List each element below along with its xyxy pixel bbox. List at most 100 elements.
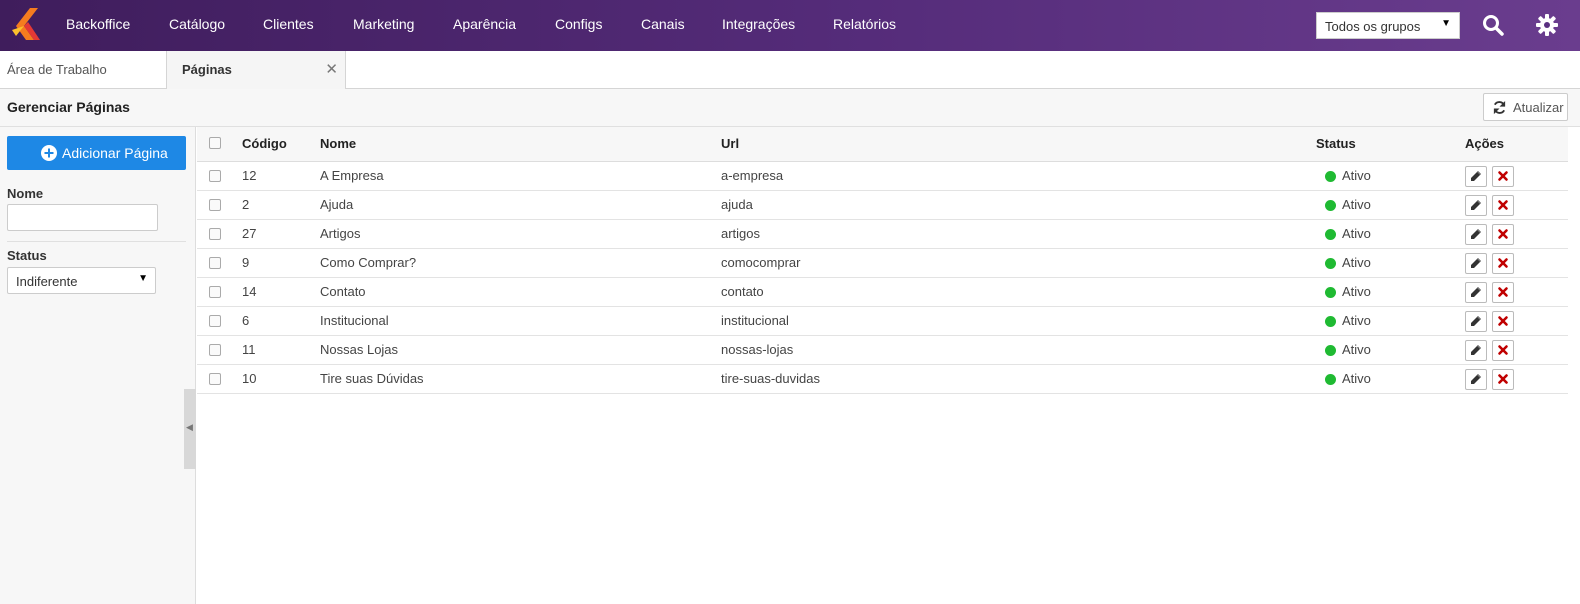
gear-icon[interactable]: [1535, 13, 1559, 37]
status-dot-icon: [1325, 229, 1336, 240]
close-icon[interactable]: ✕: [325, 51, 338, 88]
pencil-icon: [1471, 287, 1481, 297]
edit-button[interactable]: [1465, 311, 1487, 332]
sidebar-collapse-handle[interactable]: ◀: [184, 389, 196, 469]
divider: [7, 241, 186, 242]
col-code[interactable]: Código: [242, 136, 287, 151]
nav-item-relatorios[interactable]: Relatórios: [833, 16, 896, 32]
row-status: Ativo: [1342, 313, 1371, 328]
pencil-icon: [1471, 229, 1481, 239]
nav-item-integracoes[interactable]: Integrações: [722, 16, 795, 32]
delete-x-icon: [1498, 316, 1508, 326]
status-select-value: Indiferente: [16, 274, 78, 289]
nav-item-catalogo[interactable]: Catálogo: [169, 16, 225, 32]
row-url: a-empresa: [721, 168, 784, 183]
row-status: Ativo: [1342, 342, 1371, 357]
status-dot-icon: [1325, 374, 1336, 385]
table-row[interactable]: 14 Contato contato Ativo: [197, 278, 1568, 307]
table-row[interactable]: 11 Nossas Lojas nossas-lojas Ativo: [197, 336, 1568, 365]
delete-x-icon: [1498, 258, 1508, 268]
plus-circle-icon: [41, 145, 57, 161]
row-url: institucional: [721, 313, 789, 328]
row-checkbox[interactable]: [209, 373, 221, 385]
delete-button[interactable]: [1492, 340, 1514, 361]
search-icon[interactable]: [1481, 13, 1505, 37]
status-dot-icon: [1325, 200, 1336, 211]
page-title: Gerenciar Páginas: [7, 99, 130, 115]
delete-button[interactable]: [1492, 311, 1514, 332]
status-label: Status: [7, 248, 47, 263]
nav-item-canais[interactable]: Canais: [641, 16, 685, 32]
nav-item-backoffice[interactable]: Backoffice: [66, 16, 130, 32]
tab-label: Páginas: [182, 62, 232, 77]
delete-button[interactable]: [1492, 224, 1514, 245]
row-name: Contato: [320, 284, 366, 299]
name-input[interactable]: [7, 204, 158, 231]
status-dot-icon: [1325, 171, 1336, 182]
delete-button[interactable]: [1492, 253, 1514, 274]
pages-table: Código Nome Url Status Ações 12 A Empresa…: [197, 127, 1568, 604]
refresh-button-label: Atualizar: [1513, 100, 1564, 115]
chevron-down-icon: ▼: [138, 273, 148, 284]
edit-button[interactable]: [1465, 195, 1487, 216]
edit-button[interactable]: [1465, 253, 1487, 274]
row-url: contato: [721, 284, 764, 299]
row-status: Ativo: [1342, 255, 1371, 270]
row-name: Ajuda: [320, 197, 354, 212]
delete-button[interactable]: [1492, 282, 1514, 303]
row-code: 27: [242, 226, 257, 241]
row-checkbox[interactable]: [209, 228, 221, 240]
table-row[interactable]: 2 Ajuda ajuda Ativo: [197, 191, 1568, 220]
col-status[interactable]: Status: [1316, 136, 1356, 151]
row-checkbox[interactable]: [209, 286, 221, 298]
row-name: Artigos: [320, 226, 361, 241]
delete-x-icon: [1498, 171, 1508, 181]
delete-button[interactable]: [1492, 166, 1514, 187]
row-code: 10: [242, 371, 257, 386]
row-checkbox[interactable]: [209, 315, 221, 327]
status-select[interactable]: Indiferente ▼: [7, 267, 156, 294]
nav-item-clientes[interactable]: Clientes: [263, 16, 314, 32]
table-row[interactable]: 9 Como Comprar? comocomprar Ativo: [197, 249, 1568, 278]
row-code: 9: [242, 255, 250, 270]
select-all-checkbox[interactable]: [209, 137, 221, 149]
row-code: 12: [242, 168, 257, 183]
row-checkbox[interactable]: [209, 199, 221, 211]
edit-button[interactable]: [1465, 369, 1487, 390]
delete-button[interactable]: [1492, 369, 1514, 390]
edit-button[interactable]: [1465, 166, 1487, 187]
tab-label: Área de Trabalho: [7, 62, 107, 77]
nav-item-configs[interactable]: Configs: [555, 16, 602, 32]
pencil-icon: [1471, 258, 1481, 268]
group-select-value: Todos os grupos: [1325, 19, 1421, 34]
table-row[interactable]: 12 A Empresa a-empresa Ativo: [197, 162, 1568, 191]
row-checkbox[interactable]: [209, 344, 221, 356]
edit-button[interactable]: [1465, 340, 1487, 361]
table-row[interactable]: 6 Institucional institucional Ativo: [197, 307, 1568, 336]
tab-paginas[interactable]: Páginas ✕: [166, 51, 346, 90]
nav-item-aparencia[interactable]: Aparência: [453, 16, 516, 32]
table-row[interactable]: 27 Artigos artigos Ativo: [197, 220, 1568, 249]
table-header: Código Nome Url Status Ações: [197, 127, 1568, 162]
row-code: 6: [242, 313, 250, 328]
pencil-icon: [1471, 374, 1481, 384]
group-select[interactable]: Todos os grupos ▼: [1316, 12, 1460, 39]
col-name[interactable]: Nome: [320, 136, 356, 151]
logo-icon[interactable]: [10, 6, 44, 42]
edit-button[interactable]: [1465, 282, 1487, 303]
delete-x-icon: [1498, 374, 1508, 384]
refresh-button[interactable]: Atualizar: [1483, 93, 1568, 121]
delete-x-icon: [1498, 345, 1508, 355]
add-page-button[interactable]: Adicionar Página: [7, 136, 186, 170]
tab-area-de-trabalho[interactable]: Área de Trabalho: [0, 51, 166, 89]
row-status: Ativo: [1342, 371, 1371, 386]
delete-x-icon: [1498, 229, 1508, 239]
edit-button[interactable]: [1465, 224, 1487, 245]
row-checkbox[interactable]: [209, 257, 221, 269]
table-row[interactable]: 10 Tire suas Dúvidas tire-suas-duvidas Ativ…: [197, 365, 1568, 394]
delete-button[interactable]: [1492, 195, 1514, 216]
row-checkbox[interactable]: [209, 170, 221, 182]
nav-item-marketing[interactable]: Marketing: [353, 16, 414, 32]
col-url[interactable]: Url: [721, 136, 739, 151]
row-status: Ativo: [1342, 226, 1371, 241]
